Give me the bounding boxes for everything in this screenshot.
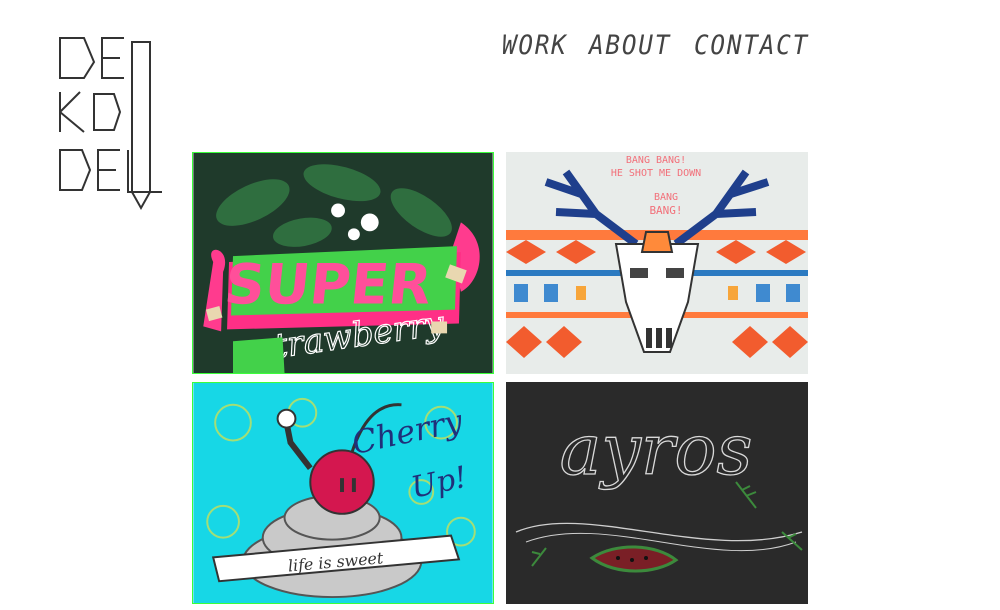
logo-mark — [59, 37, 162, 211]
project-tile-chalk[interactable]: ayros — [506, 382, 808, 604]
super-strawberry-artwork: SUPER strawberry — [193, 153, 493, 373]
deer-skull-artwork: BANG BANG! HE SHOT ME DOWN BANG BANG! — [506, 152, 808, 374]
project-tile-cherry-up[interactable]: life is sweet Cherry Up! — [192, 382, 494, 604]
deer-line-4: BANG! — [649, 204, 682, 217]
nav-work[interactable]: WORK — [502, 30, 568, 61]
main-nav: WORK ABOUT CONTACT — [502, 30, 822, 61]
project-tile-super-strawberry[interactable]: SUPER strawberry — [192, 152, 494, 374]
chalk-script: ayros — [560, 409, 753, 491]
deer-line-2: HE SHOT ME DOWN — [611, 168, 701, 179]
deer-line-3: BANG — [654, 192, 678, 203]
cherry-up-artwork: life is sweet Cherry Up! — [193, 383, 493, 603]
deer-line-1: BANG BANG! — [626, 155, 686, 166]
nav-about[interactable]: ABOUT — [589, 30, 671, 61]
project-tile-deer-skull[interactable]: BANG BANG! HE SHOT ME DOWN BANG BANG! — [506, 152, 808, 374]
nav-contact[interactable]: CONTACT — [694, 30, 809, 61]
chalk-artwork: ayros — [506, 382, 808, 604]
site-logo[interactable] — [54, 32, 164, 214]
